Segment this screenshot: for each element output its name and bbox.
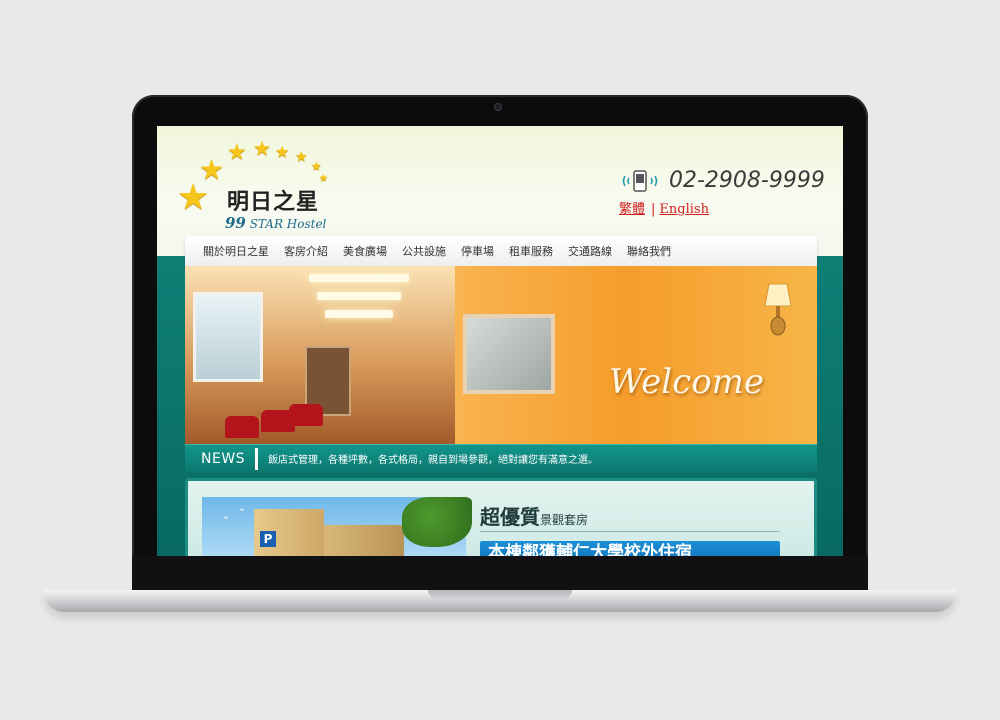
tree-shape: [402, 497, 472, 547]
red-chair: [289, 404, 323, 426]
news-text[interactable]: 飯店式管理，各種坪數，各式格局，親自到場參觀，絕對讓您有滿意之選。: [268, 451, 598, 466]
nav-item-facilities[interactable]: 公共設施: [402, 243, 446, 259]
language-switcher: 繁體 | English: [619, 198, 709, 217]
ceiling-light: [317, 292, 401, 300]
laptop-bezel: [132, 556, 868, 592]
star-icon: ★: [199, 153, 225, 186]
contact-area: 02-2908-9999 繁體 | English: [619, 168, 839, 218]
nav-item-car-rental[interactable]: 租車服務: [509, 243, 553, 259]
star-icon: ★: [227, 140, 247, 165]
star-icon: ★: [275, 142, 290, 161]
welcome-text: Welcome: [609, 362, 765, 402]
parking-sign-icon: P: [260, 531, 276, 547]
camera-icon: [494, 103, 502, 111]
news-ticker: NEWS 飯店式管理，各種坪數，各式格局，親自到場參觀，絕對讓您有滿意之選。: [185, 444, 817, 472]
news-label: NEWS: [185, 447, 259, 470]
wall-mirror: [463, 314, 555, 394]
lang-traditional-chinese[interactable]: 繁體: [619, 202, 645, 217]
red-chair: [225, 416, 259, 438]
divider: [480, 531, 780, 532]
star-icon: ★: [311, 159, 322, 173]
lang-separator: |: [651, 202, 656, 217]
laptop-notch: [428, 590, 572, 600]
wall-lamp-icon: [764, 283, 792, 336]
lobby-window: [193, 292, 263, 382]
bird-icon: ⌄: [238, 503, 247, 514]
bird-icon: ⌄: [222, 511, 231, 522]
nav-item-rooms[interactable]: 客房介紹: [284, 243, 328, 259]
mobile-phone-icon: [622, 170, 658, 192]
star-icon: ★: [253, 136, 271, 160]
phone-number[interactable]: 02-2908-9999: [669, 168, 825, 193]
building-photo[interactable]: ⌄ ⌄ P: [202, 497, 472, 556]
feature-title-sub: 景觀套房: [540, 513, 589, 527]
feature-highlight: 本棟鄰獲輔仁大學校外住宿: [480, 541, 780, 556]
hero-banner: Welcome: [185, 266, 817, 444]
star-icon: ★: [295, 149, 308, 165]
site-logo[interactable]: ★ ★ ★ ★ ★ ★ ★ ★ 明日之星 99 STAR Hostel: [175, 136, 335, 232]
main-nav: 關於明日之星 客房介紹 美食廣場 公共設施 停車場 租車服務 交通路線 聯絡我們: [185, 236, 817, 266]
nav-item-about[interactable]: 關於明日之星: [203, 243, 269, 259]
nav-item-parking[interactable]: 停車場: [461, 243, 494, 259]
nav-item-contact[interactable]: 聯絡我們: [627, 243, 671, 259]
logo-english-name: 99 STAR Hostel: [225, 214, 327, 232]
laptop-screen: ★ ★ ★ ★ ★ ★ ★ ★ 明日之星 99 STAR Hostel 02-2…: [157, 126, 843, 556]
logo-chinese-name: 明日之星: [227, 189, 320, 215]
feature-title-main: 超優質: [480, 505, 540, 529]
feature-title: 超優質景觀套房: [480, 501, 588, 530]
ceiling-light: [325, 310, 393, 318]
star-icon: ★: [319, 173, 328, 184]
nav-item-food[interactable]: 美食廣場: [343, 243, 387, 259]
building-shape: [324, 525, 404, 556]
ceiling-light: [309, 274, 409, 282]
lobby-photo: [185, 266, 455, 444]
feature-panel: ⌄ ⌄ P 超優質景觀套房 本棟鄰獲輔仁大學校外住宿: [185, 478, 817, 556]
nav-item-directions[interactable]: 交通路線: [568, 243, 612, 259]
lang-english[interactable]: English: [659, 202, 709, 217]
